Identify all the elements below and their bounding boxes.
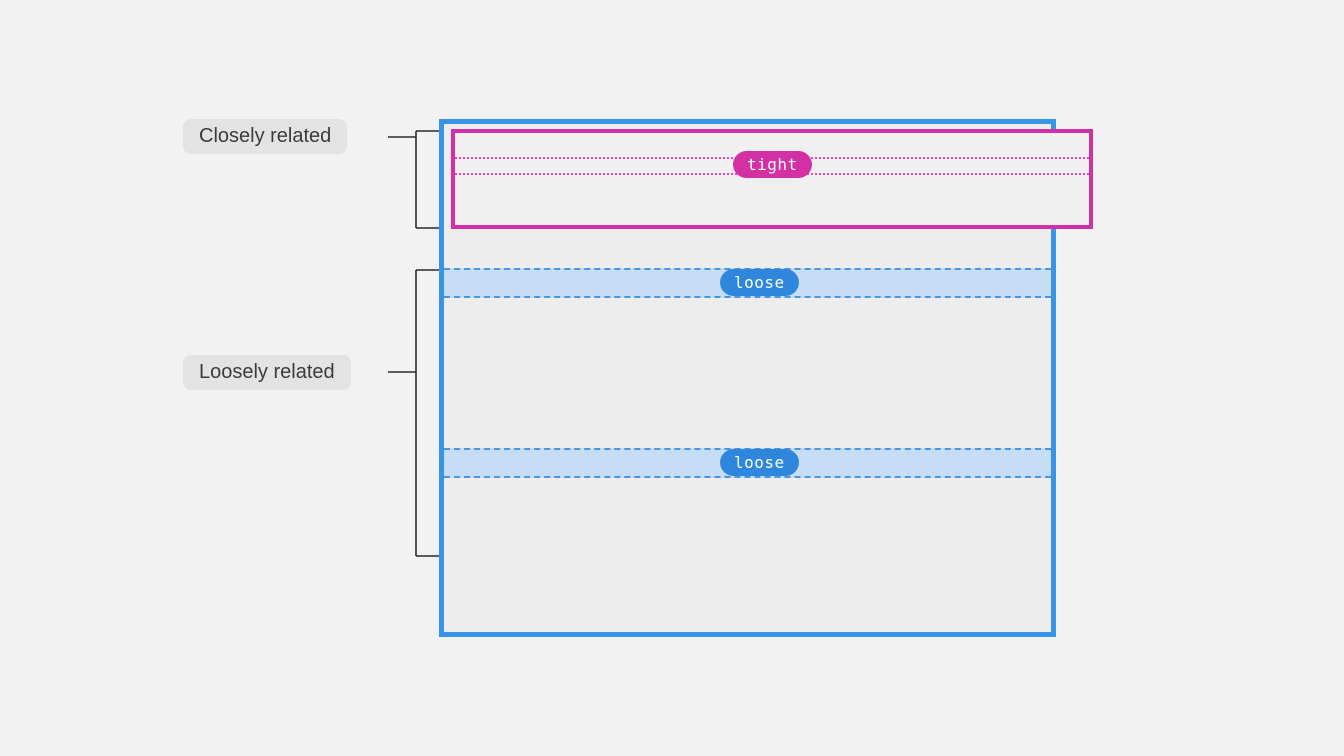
label-loosely-related: Loosely related [183,355,351,390]
container-tight [451,129,1093,229]
badge-loose-2: loose [720,449,799,476]
badge-tight: tight [733,151,812,178]
bracket-loosely [388,270,443,556]
badge-loose-1: loose [720,269,799,296]
label-closely-related: Closely related [183,119,347,154]
